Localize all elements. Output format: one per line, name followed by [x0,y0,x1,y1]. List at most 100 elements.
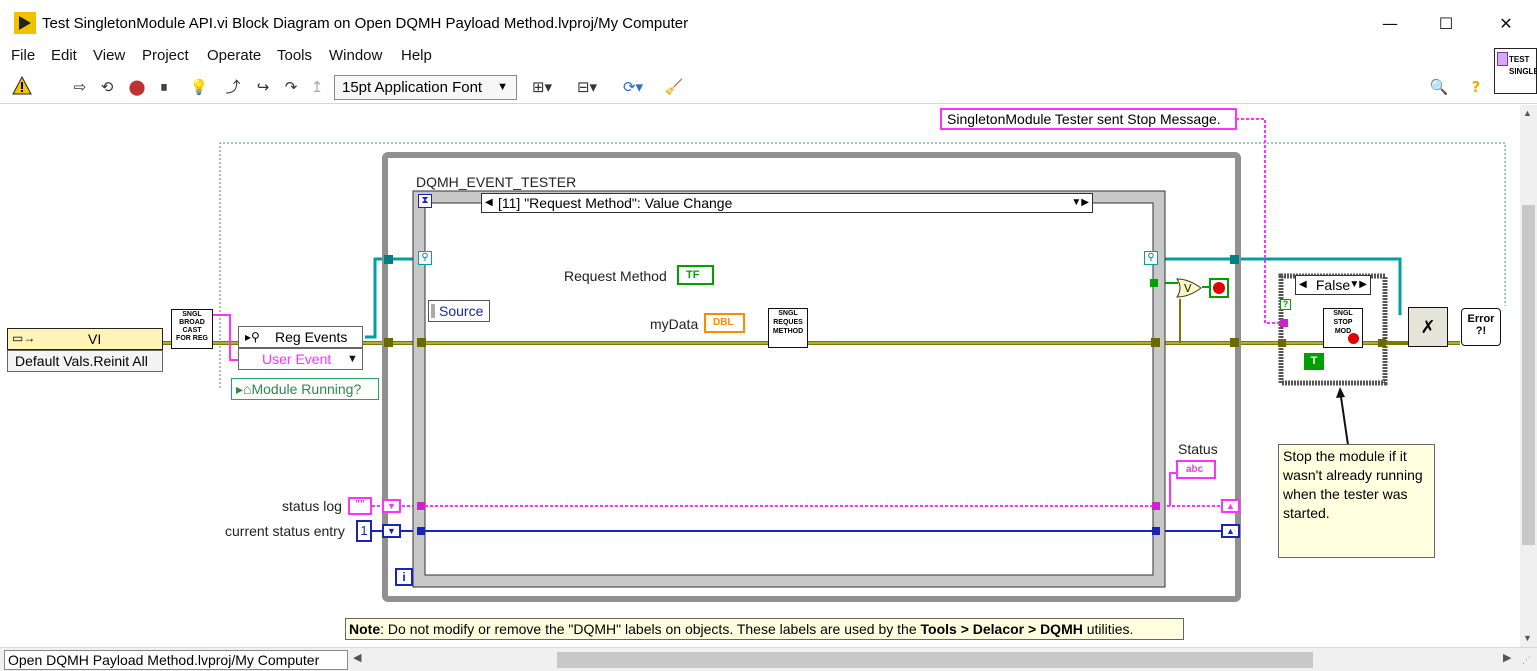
scroll-right-icon[interactable]: ▶ [1503,651,1511,664]
event-case-selector[interactable]: ◀ [11] "Request Method": Value Change ▼▶ [481,193,1093,213]
timeout-terminal-icon[interactable]: ⧗ [418,194,432,208]
status-log-shift-register-right[interactable]: ▲ [1221,499,1240,513]
wires-layer [160,118,1506,602]
case-tunnel-right [1378,339,1386,347]
module-running-label: Module Running? [251,381,362,397]
maximize-button[interactable]: ☐ [1423,8,1469,40]
status-log-label: status log [282,498,342,514]
current-status-entry-constant[interactable]: 1 [356,520,372,542]
status-entry-shift-register-right[interactable]: ▲ [1221,524,1240,538]
warning-icon[interactable] [12,76,32,96]
request-method-terminal[interactable]: TF [677,265,714,285]
user-event-label: User Event [262,351,332,367]
menu-tools[interactable]: Tools [277,47,312,64]
home-icon: ▸⌂ [236,381,252,397]
pause-icon[interactable]: ⏸ [154,76,174,98]
vi-refnum-type: VI [88,331,102,347]
font-select[interactable]: 15pt Application Font ▼ [334,75,517,100]
menu-file[interactable]: File [11,47,35,64]
svg-text:V: V [1184,282,1192,295]
project-path-status: Open DQMH Payload Method.lvproj/My Compu… [4,650,348,670]
event-registration-node-icon[interactable]: ⚲ [418,251,432,265]
clean-up-diagram-icon[interactable]: 🧹 [660,76,688,98]
toolbar: ⇨ ⟲ ⬤ ⏸ 💡 ⤴ ↪ ↷ ↥ 15pt Application Font … [0,70,1537,104]
run-continuously-icon[interactable]: ⟲ [96,76,118,98]
vi-open-options[interactable]: Default Vals.Reinit All [7,350,163,372]
abort-icon[interactable]: ⬤ [126,76,148,98]
run-arrow-icon[interactable]: ⇨ [70,76,90,98]
menu-edit[interactable]: Edit [51,47,77,64]
chevron-left-icon[interactable]: ◀ [1299,276,1307,294]
menu-bar: File Edit View Project Operate Tools Win… [0,44,1537,70]
broadcast-for-registration-node[interactable]: SNGL BROAD CAST FOR REG [171,309,213,349]
status-terminal[interactable]: abc [1176,460,1216,479]
reorder-icon[interactable]: ⟳▾ [616,76,650,98]
request-method-label: Request Method [564,268,667,284]
chevron-right-icon[interactable]: ▼▶ [1349,276,1367,294]
step-into-icon[interactable]: ↪ [252,76,274,98]
resize-grip-icon[interactable]: ⋰ [1522,655,1531,666]
log-tunnel-left [417,502,425,510]
true-constant[interactable]: T [1304,353,1324,370]
close-button[interactable]: ✕ [1483,8,1529,40]
case-selector[interactable]: ◀ False ▼▶ [1295,275,1371,295]
request-method-node[interactable]: SNGL REQUES METHOD [768,308,808,348]
chevron-right-icon[interactable]: ▼▶ [1071,194,1089,212]
align-objects-icon[interactable]: ⊞▾ [525,76,559,98]
cluster-tunnel-right [1230,338,1239,347]
event-registration-node-out-icon[interactable]: ⚲ [1144,251,1158,265]
menu-help[interactable]: Help [401,47,432,64]
log-tunnel-right [1152,502,1160,510]
status-log-shift-register-left[interactable]: ▼ [382,499,401,513]
register-for-events-node[interactable]: ▸⚲ Reg Events [238,326,363,348]
step-over-icon[interactable]: ↷ [280,76,302,98]
or-function-node[interactable]: V [1175,277,1203,299]
labview-app-icon [14,12,36,34]
current-status-entry-label: current status entry [225,523,345,539]
comment-note[interactable]: Stop the module if it wasn't already run… [1278,444,1435,558]
horizontal-scroll-thumb[interactable] [557,652,1313,668]
chevron-left-icon[interactable]: ◀ [485,194,493,212]
block-diagram[interactable]: ▭→ VI Default Vals.Reinit All SNGL BROAD… [0,105,1520,647]
stop-message-wire [1236,118,1285,324]
stop-message-constant[interactable]: SingletonModule Tester sent Stop Message… [940,108,1237,130]
chevron-down-icon: ▼ [497,81,508,93]
event-data-source[interactable]: Source [428,300,490,322]
retain-wire-values-icon[interactable]: ⤴ [222,76,244,98]
user-event-input[interactable]: User Event ▼ [238,348,363,370]
case-selector-terminal[interactable]: ? [1280,299,1291,310]
menu-view[interactable]: View [93,47,125,64]
vertical-scrollbar[interactable]: ▲ ▼ [1520,105,1537,647]
module-running-property[interactable]: ▸⌂Module Running? [231,378,379,400]
unregister-events-node[interactable]: ✗ [1408,307,1448,347]
minimize-button[interactable]: — [1367,8,1413,40]
highlight-execution-icon[interactable]: 💡 [188,76,210,98]
simple-error-handler-node[interactable]: Error ?! [1461,308,1501,346]
horizontal-scrollbar[interactable]: Open DQMH Payload Method.lvproj/My Compu… [0,647,1537,671]
menu-window[interactable]: Window [329,47,382,64]
case-tunnel-left [1278,339,1286,347]
title-bar: Test SingletonModule API.vi Block Diagra… [0,0,1537,44]
entry-tunnel-right [1152,527,1160,535]
distribute-objects-icon[interactable]: ⊟▾ [570,76,604,98]
scroll-up-icon[interactable]: ▲ [1523,108,1532,118]
dqmh-note[interactable]: Note: Do not modify or remove the "DQMH"… [345,618,1184,640]
event-tunnel-left [417,338,426,347]
status-log-constant[interactable]: "" [348,497,372,515]
font-select-value: 15pt Application Font [342,79,483,96]
loop-stop-terminal[interactable] [1209,278,1229,298]
menu-operate[interactable]: Operate [207,47,261,64]
vi-refnum-constant[interactable]: ▭→ VI [7,328,163,350]
status-entry-shift-register-left[interactable]: ▼ [382,524,401,538]
menu-project[interactable]: Project [142,47,189,64]
search-icon[interactable]: 🔍 [1426,76,1452,98]
vertical-scroll-thumb[interactable] [1522,205,1535,545]
scroll-down-icon[interactable]: ▼ [1523,633,1532,643]
unregister-events-icon: ✗ [1420,317,1436,337]
note-text-2: utilities. [1082,621,1134,637]
mydata-terminal[interactable]: DBL [704,313,745,333]
scroll-left-icon[interactable]: ◀ [353,651,361,664]
help-icon[interactable]: ? [1466,76,1486,98]
status-label: Status [1178,441,1218,457]
step-out-icon[interactable]: ↥ [306,76,328,98]
